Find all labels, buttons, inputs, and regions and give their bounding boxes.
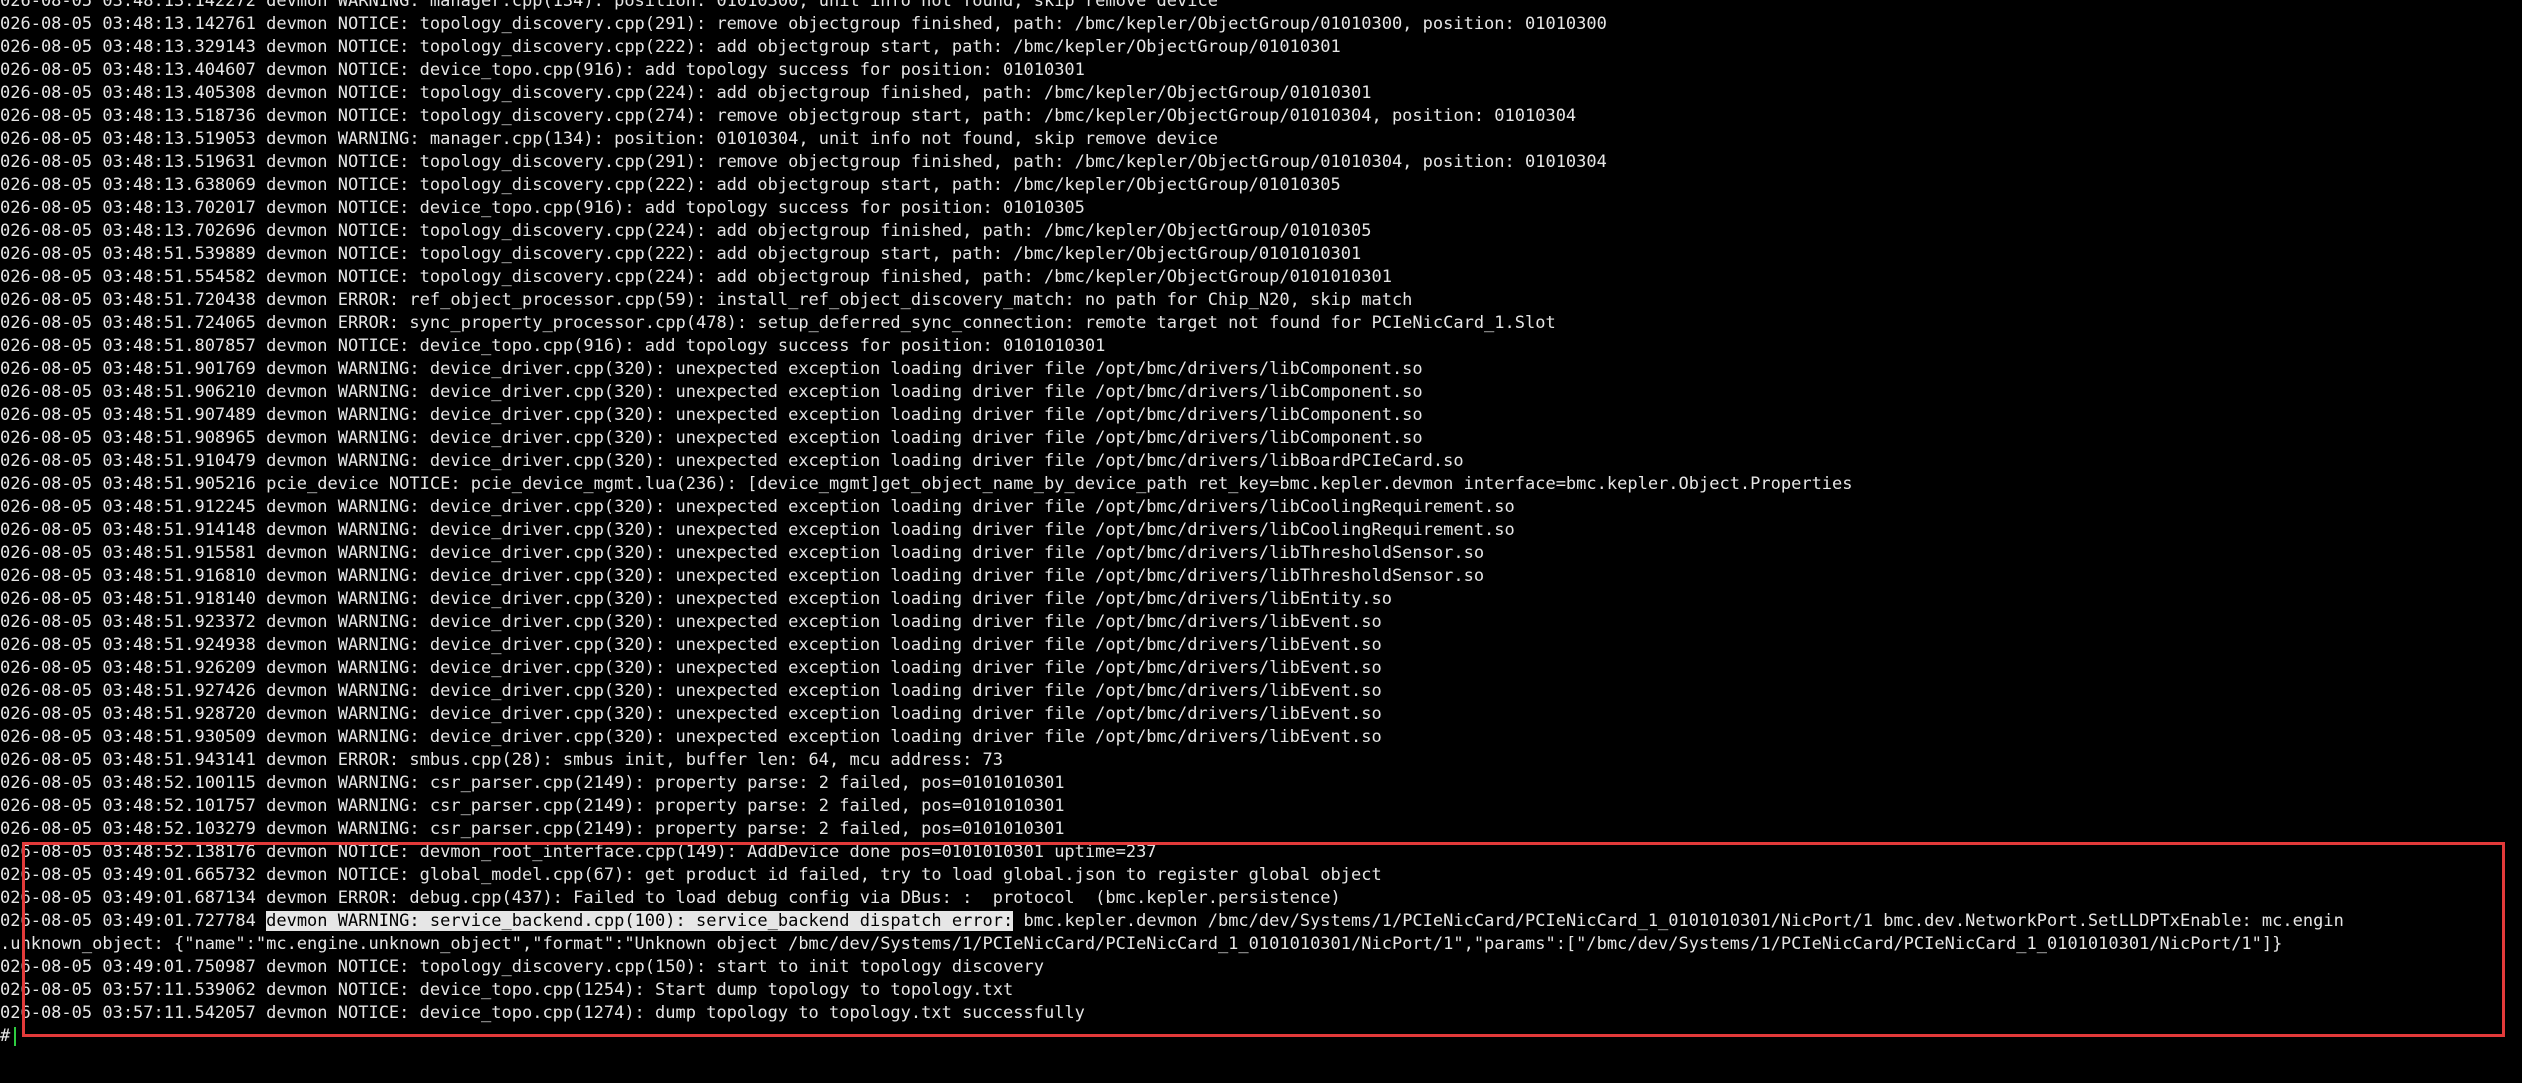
log-line-suffix: bmc.kepler.devmon /bmc/dev/Systems/1/PCI… (1013, 911, 2344, 931)
log-line: 026-08-05 03:48:51.907489 devmon WARNING… (0, 405, 1423, 425)
log-line: 026-08-05 03:48:51.905216 pcie_device NO… (0, 474, 1853, 494)
log-line: 026-08-05 03:48:13.142272 devmon WARNING… (0, 0, 1218, 11)
terminal-window[interactable]: 026-08-05 03:48:13.142272 devmon WARNING… (0, 0, 2522, 1083)
log-line: 026-08-05 03:48:51.915581 devmon WARNING… (0, 543, 1485, 563)
log-line: 026-08-05 03:48:51.918140 devmon WARNING… (0, 589, 1392, 609)
log-line: 026-08-05 03:49:01.665732 devmon NOTICE:… (0, 865, 1382, 885)
log-line: 026-08-05 03:48:51.906210 devmon WARNING… (0, 382, 1423, 402)
log-line: 026-08-05 03:48:51.910479 devmon WARNING… (0, 451, 1464, 471)
log-line: 026-08-05 03:48:13.638069 devmon NOTICE:… (0, 175, 1341, 195)
log-line: 026-08-05 03:57:11.542057 devmon NOTICE:… (0, 1003, 1085, 1023)
log-line: 026-08-05 03:49:01.727784 devmon WARNING… (0, 910, 2344, 933)
log-line: 026-08-05 03:49:01.750987 devmon NOTICE:… (0, 957, 1044, 977)
log-output: 026-08-05 03:48:13.142272 devmon WARNING… (0, 0, 2344, 1048)
log-line: 026-08-05 03:48:51.916810 devmon WARNING… (0, 566, 1485, 586)
log-line: 026-08-05 03:48:51.539889 devmon NOTICE:… (0, 244, 1362, 264)
log-line: 026-08-05 03:48:13.519053 devmon WARNING… (0, 129, 1218, 149)
log-line: 026-08-05 03:48:13.518736 devmon NOTICE:… (0, 106, 1577, 126)
log-line: 026-08-05 03:48:51.928720 devmon WARNING… (0, 704, 1382, 724)
log-line: 026-08-05 03:48:51.924938 devmon WARNING… (0, 635, 1382, 655)
log-line: 026-08-05 03:48:51.912245 devmon WARNING… (0, 497, 1515, 517)
log-line: 026-08-05 03:48:13.405308 devmon NOTICE:… (0, 83, 1372, 103)
log-line: 026-08-05 03:48:13.329143 devmon NOTICE:… (0, 37, 1341, 57)
log-line: 026-08-05 03:48:51.926209 devmon WARNING… (0, 658, 1382, 678)
shell-prompt-line[interactable]: # (0, 1025, 2344, 1048)
log-line: 026-08-05 03:48:51.554582 devmon NOTICE:… (0, 267, 1392, 287)
log-line: 026-08-05 03:48:13.519631 devmon NOTICE:… (0, 152, 1607, 172)
log-line: 026-08-05 03:48:13.702017 devmon NOTICE:… (0, 198, 1085, 218)
log-line: 026-08-05 03:48:52.103279 devmon WARNING… (0, 819, 1065, 839)
log-line: 026-08-05 03:48:51.943141 devmon ERROR: … (0, 750, 1004, 770)
shell-prompt: # (0, 1026, 11, 1046)
log-line: 026-08-05 03:48:51.724065 devmon ERROR: … (0, 313, 1556, 333)
log-line: 026-08-05 03:48:51.930509 devmon WARNING… (0, 727, 1382, 747)
log-line: 026-08-05 03:49:01.687134 devmon ERROR: … (0, 888, 1341, 908)
log-line: 026-08-05 03:48:52.100115 devmon WARNING… (0, 773, 1065, 793)
log-line: 026-08-05 03:48:52.101757 devmon WARNING… (0, 796, 1065, 816)
selected-text[interactable]: devmon WARNING: service_backend.cpp(100)… (266, 911, 1014, 931)
log-line: 026-08-05 03:48:51.908965 devmon WARNING… (0, 428, 1423, 448)
log-line: 026-08-05 03:48:13.702696 devmon NOTICE:… (0, 221, 1372, 241)
log-line: 026-08-05 03:48:51.720438 devmon ERROR: … (0, 290, 1413, 310)
log-line: 026-08-05 03:48:13.404607 devmon NOTICE:… (0, 60, 1085, 80)
log-line: 026-08-05 03:48:13.142761 devmon NOTICE:… (0, 14, 1607, 34)
log-line-prefix: 026-08-05 03:49:01.727784 (0, 911, 267, 931)
log-line: 026-08-05 03:48:51.807857 devmon NOTICE:… (0, 336, 1106, 356)
text-cursor-icon (14, 1026, 17, 1046)
log-line: 026-08-05 03:48:51.927426 devmon WARNING… (0, 681, 1382, 701)
log-line: 026-08-05 03:57:11.539062 devmon NOTICE:… (0, 980, 1014, 1000)
log-line: 026-08-05 03:48:51.923372 devmon WARNING… (0, 612, 1382, 632)
log-line: .unknown_object: {"name":"mc.engine.unkn… (0, 934, 2283, 954)
log-line: 026-08-05 03:48:51.914148 devmon WARNING… (0, 520, 1515, 540)
log-line: 026-08-05 03:48:51.901769 devmon WARNING… (0, 359, 1423, 379)
log-line: 026-08-05 03:48:52.138176 devmon NOTICE:… (0, 842, 1157, 862)
